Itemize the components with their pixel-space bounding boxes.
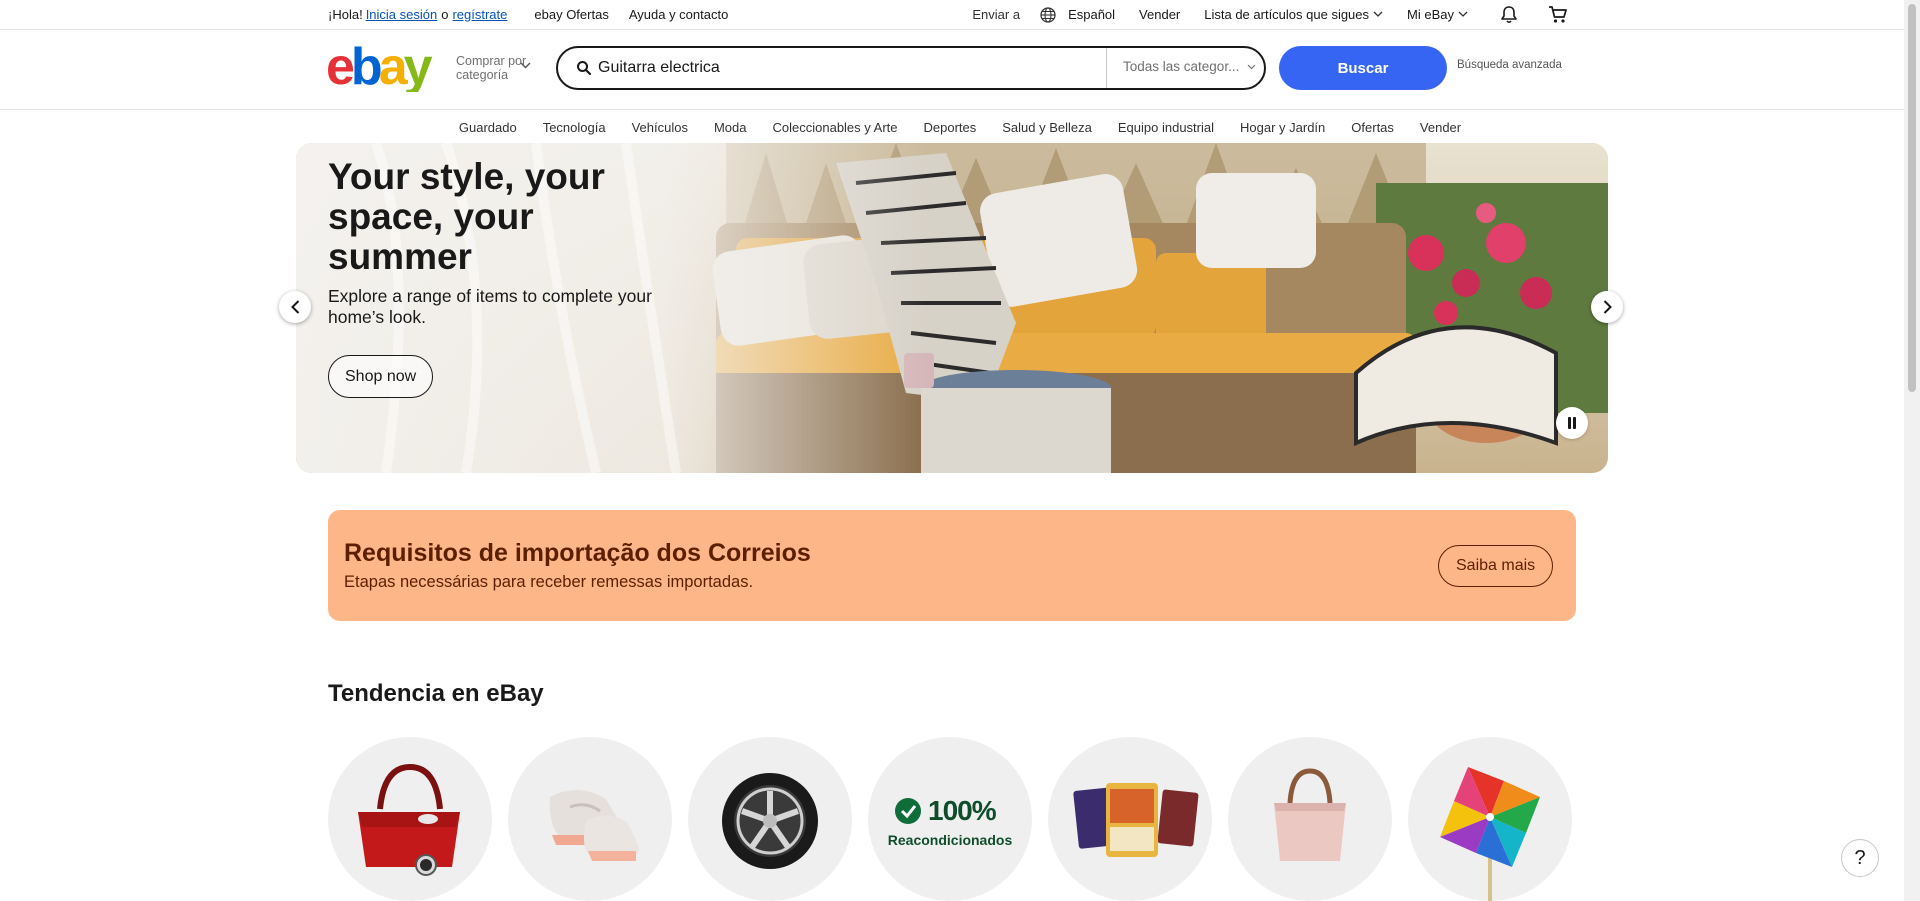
- carousel-prev-button[interactable]: [279, 291, 311, 323]
- trending-item-toys[interactable]: [1408, 737, 1572, 901]
- nav-item-sports[interactable]: Deportes: [924, 120, 977, 135]
- notification-bell-icon[interactable]: [1500, 5, 1518, 24]
- pause-button[interactable]: [1556, 407, 1588, 439]
- language-selector[interactable]: Español: [1068, 7, 1115, 22]
- pause-icon: [1568, 417, 1576, 429]
- shop-by-category-line1: Comprar por: [456, 54, 527, 68]
- banner-subtitle: Etapas necessárias para receber remessas…: [344, 573, 754, 591]
- refurbished-percent: 100%: [928, 795, 997, 826]
- greeting-text: ¡Hola!: [328, 7, 363, 22]
- category-select-label: Todas las categor...: [1123, 59, 1240, 74]
- svg-text:ebay: ebay: [326, 40, 433, 92]
- nav-item-saved[interactable]: Guardado: [459, 120, 517, 135]
- trending-item-handbag[interactable]: [328, 737, 492, 901]
- search-divider: [1106, 48, 1107, 88]
- nav-item-collectibles[interactable]: Coleccionables y Arte: [773, 120, 898, 135]
- car-wheel-image: [722, 773, 818, 869]
- nav-item-electronics[interactable]: Tecnología: [543, 120, 606, 135]
- nav-item-fashion[interactable]: Moda: [714, 120, 747, 135]
- register-link[interactable]: regístrate: [452, 7, 507, 22]
- ship-to-label: Enviar a: [972, 7, 1021, 22]
- learn-more-button[interactable]: Saiba mais: [1438, 545, 1554, 587]
- help-button[interactable]: ?: [1841, 839, 1879, 877]
- scrollbar-thumb[interactable]: [1908, 4, 1916, 392]
- nav-item-home-garden[interactable]: Hogar y Jardín: [1240, 120, 1325, 135]
- sell-link[interactable]: Vender: [1139, 7, 1180, 22]
- pinwheel-image: [1440, 767, 1540, 901]
- chevron-right-icon: [1603, 300, 1612, 314]
- chevron-down-icon: [1458, 11, 1468, 17]
- trending-item-refurbished[interactable]: 100% Reacondicionados: [868, 737, 1032, 901]
- nav-item-motors[interactable]: Vehículos: [632, 120, 688, 135]
- globe-icon: [1040, 6, 1056, 23]
- or-text: o: [441, 7, 449, 22]
- chevron-down-icon: [520, 62, 531, 69]
- top-bar-left: ¡Hola! Inicia sesión o regístrate ebay O…: [328, 0, 728, 29]
- nav-item-sell[interactable]: Vender: [1420, 120, 1461, 135]
- category-select[interactable]: Todas las categor...: [1123, 59, 1256, 74]
- refurbished-label: Reacondicionados: [887, 832, 1013, 848]
- hero-subtitle: Explore a range of items to complete you…: [328, 286, 652, 327]
- cart-icon[interactable]: [1548, 5, 1568, 24]
- hero-carousel: Your style, your space, your summer Expl…: [296, 143, 1608, 473]
- daily-deals-link[interactable]: ebay Ofertas: [534, 7, 608, 22]
- advanced-search-link[interactable]: Búsqueda avanzada: [1457, 59, 1562, 71]
- nav-item-industrial[interactable]: Equipo industrial: [1118, 120, 1214, 135]
- search-button[interactable]: Buscar: [1279, 46, 1447, 90]
- banner-title: Requisitos de importação dos Correios: [344, 539, 811, 567]
- main-header: ebay Comprar por categoría Todas las cat…: [0, 30, 1920, 110]
- chevron-down-icon: [1373, 11, 1383, 17]
- trading-cards-image: [1073, 783, 1199, 857]
- sneakers-image: [549, 789, 639, 861]
- trending-item-tote-bag[interactable]: [1228, 737, 1392, 901]
- shop-by-category-button[interactable]: Comprar por categoría: [456, 54, 526, 82]
- search-input[interactable]: [598, 56, 1098, 80]
- watchlist-menu[interactable]: Lista de artículos que sigues: [1204, 7, 1383, 22]
- import-requirements-banner: Requisitos de importação dos Correios Et…: [328, 510, 1576, 621]
- chevron-down-icon: [1247, 64, 1256, 69]
- ship-to-button[interactable]: Enviar a: [972, 6, 1056, 23]
- search-icon: [577, 61, 592, 76]
- nav-item-deals[interactable]: Ofertas: [1351, 120, 1394, 135]
- watchlist-label: Lista de artículos que sigues: [1204, 7, 1370, 22]
- top-bar-right: Enviar a Español Vender Lista de artícul…: [948, 0, 1568, 29]
- handbag-watch-image: [358, 763, 460, 876]
- my-ebay-label: Mi eBay: [1407, 7, 1454, 22]
- shop-now-button[interactable]: Shop now: [328, 355, 434, 398]
- nav-item-health-beauty[interactable]: Salud y Belleza: [1002, 120, 1092, 135]
- shop-by-category-line2: categoría: [456, 68, 509, 82]
- signin-link[interactable]: Inicia sesión: [366, 7, 438, 22]
- chevron-left-icon: [290, 300, 299, 314]
- pink-tote-image: [1274, 768, 1346, 861]
- search-box: Todas las categor...: [556, 46, 1266, 90]
- top-utility-bar: ¡Hola! Inicia sesión o regístrate ebay O…: [0, 0, 1920, 30]
- my-ebay-menu[interactable]: Mi eBay: [1407, 7, 1468, 22]
- carousel-next-button[interactable]: [1591, 291, 1623, 323]
- trending-item-sneakers[interactable]: [508, 737, 672, 901]
- ebay-logo[interactable]: ebay: [326, 40, 446, 92]
- category-nav: Guardado Tecnología Vehículos Moda Colec…: [0, 111, 1920, 143]
- trending-item-wheels[interactable]: [688, 737, 852, 901]
- help-contact-link[interactable]: Ayuda y contacto: [629, 7, 729, 22]
- trending-item-trading-cards[interactable]: [1048, 737, 1212, 901]
- scrollbar[interactable]: [1904, 0, 1920, 901]
- hero-title: Your style, your space, your summer: [328, 156, 605, 277]
- trending-title: Tendencia en eBay: [328, 680, 544, 707]
